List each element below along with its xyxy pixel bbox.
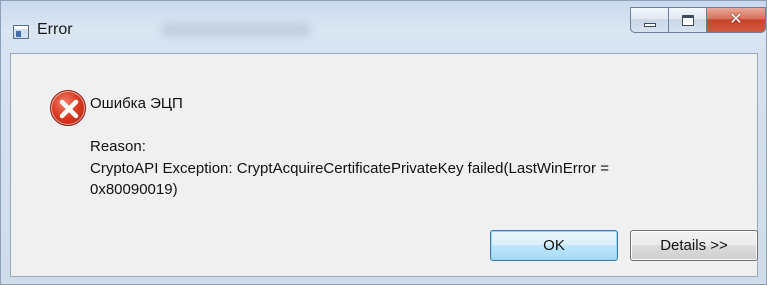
close-icon: ✕: [729, 9, 743, 28]
maximize-button[interactable]: [668, 7, 706, 33]
error-dialog-window: Error ✕ Ошибка ЭЦП Reason: CryptoAPI Exc…: [0, 0, 767, 285]
minimize-icon: [644, 23, 656, 27]
title-bar-blur: [161, 23, 311, 37]
close-button[interactable]: ✕: [706, 7, 766, 33]
details-button[interactable]: Details >>: [630, 230, 758, 261]
error-icon: [50, 90, 86, 126]
ok-button[interactable]: OK: [490, 230, 618, 261]
caption-buttons: ✕: [630, 7, 766, 33]
window-title: Error: [37, 21, 73, 38]
title-bar[interactable]: Error ✕: [1, 1, 766, 53]
app-window-icon[interactable]: [13, 25, 29, 39]
error-details-line-1: CryptoAPI Exception: CryptAcquireCertifi…: [90, 160, 609, 177]
error-details-line-2: 0x80090019): [90, 181, 178, 198]
dialog-content: Ошибка ЭЦП Reason: CryptoAPI Exception: …: [10, 53, 758, 277]
error-heading: Ошибка ЭЦП: [90, 95, 183, 112]
maximize-icon: [682, 15, 694, 26]
minimize-button[interactable]: [630, 7, 668, 33]
reason-label: Reason:: [90, 138, 146, 155]
